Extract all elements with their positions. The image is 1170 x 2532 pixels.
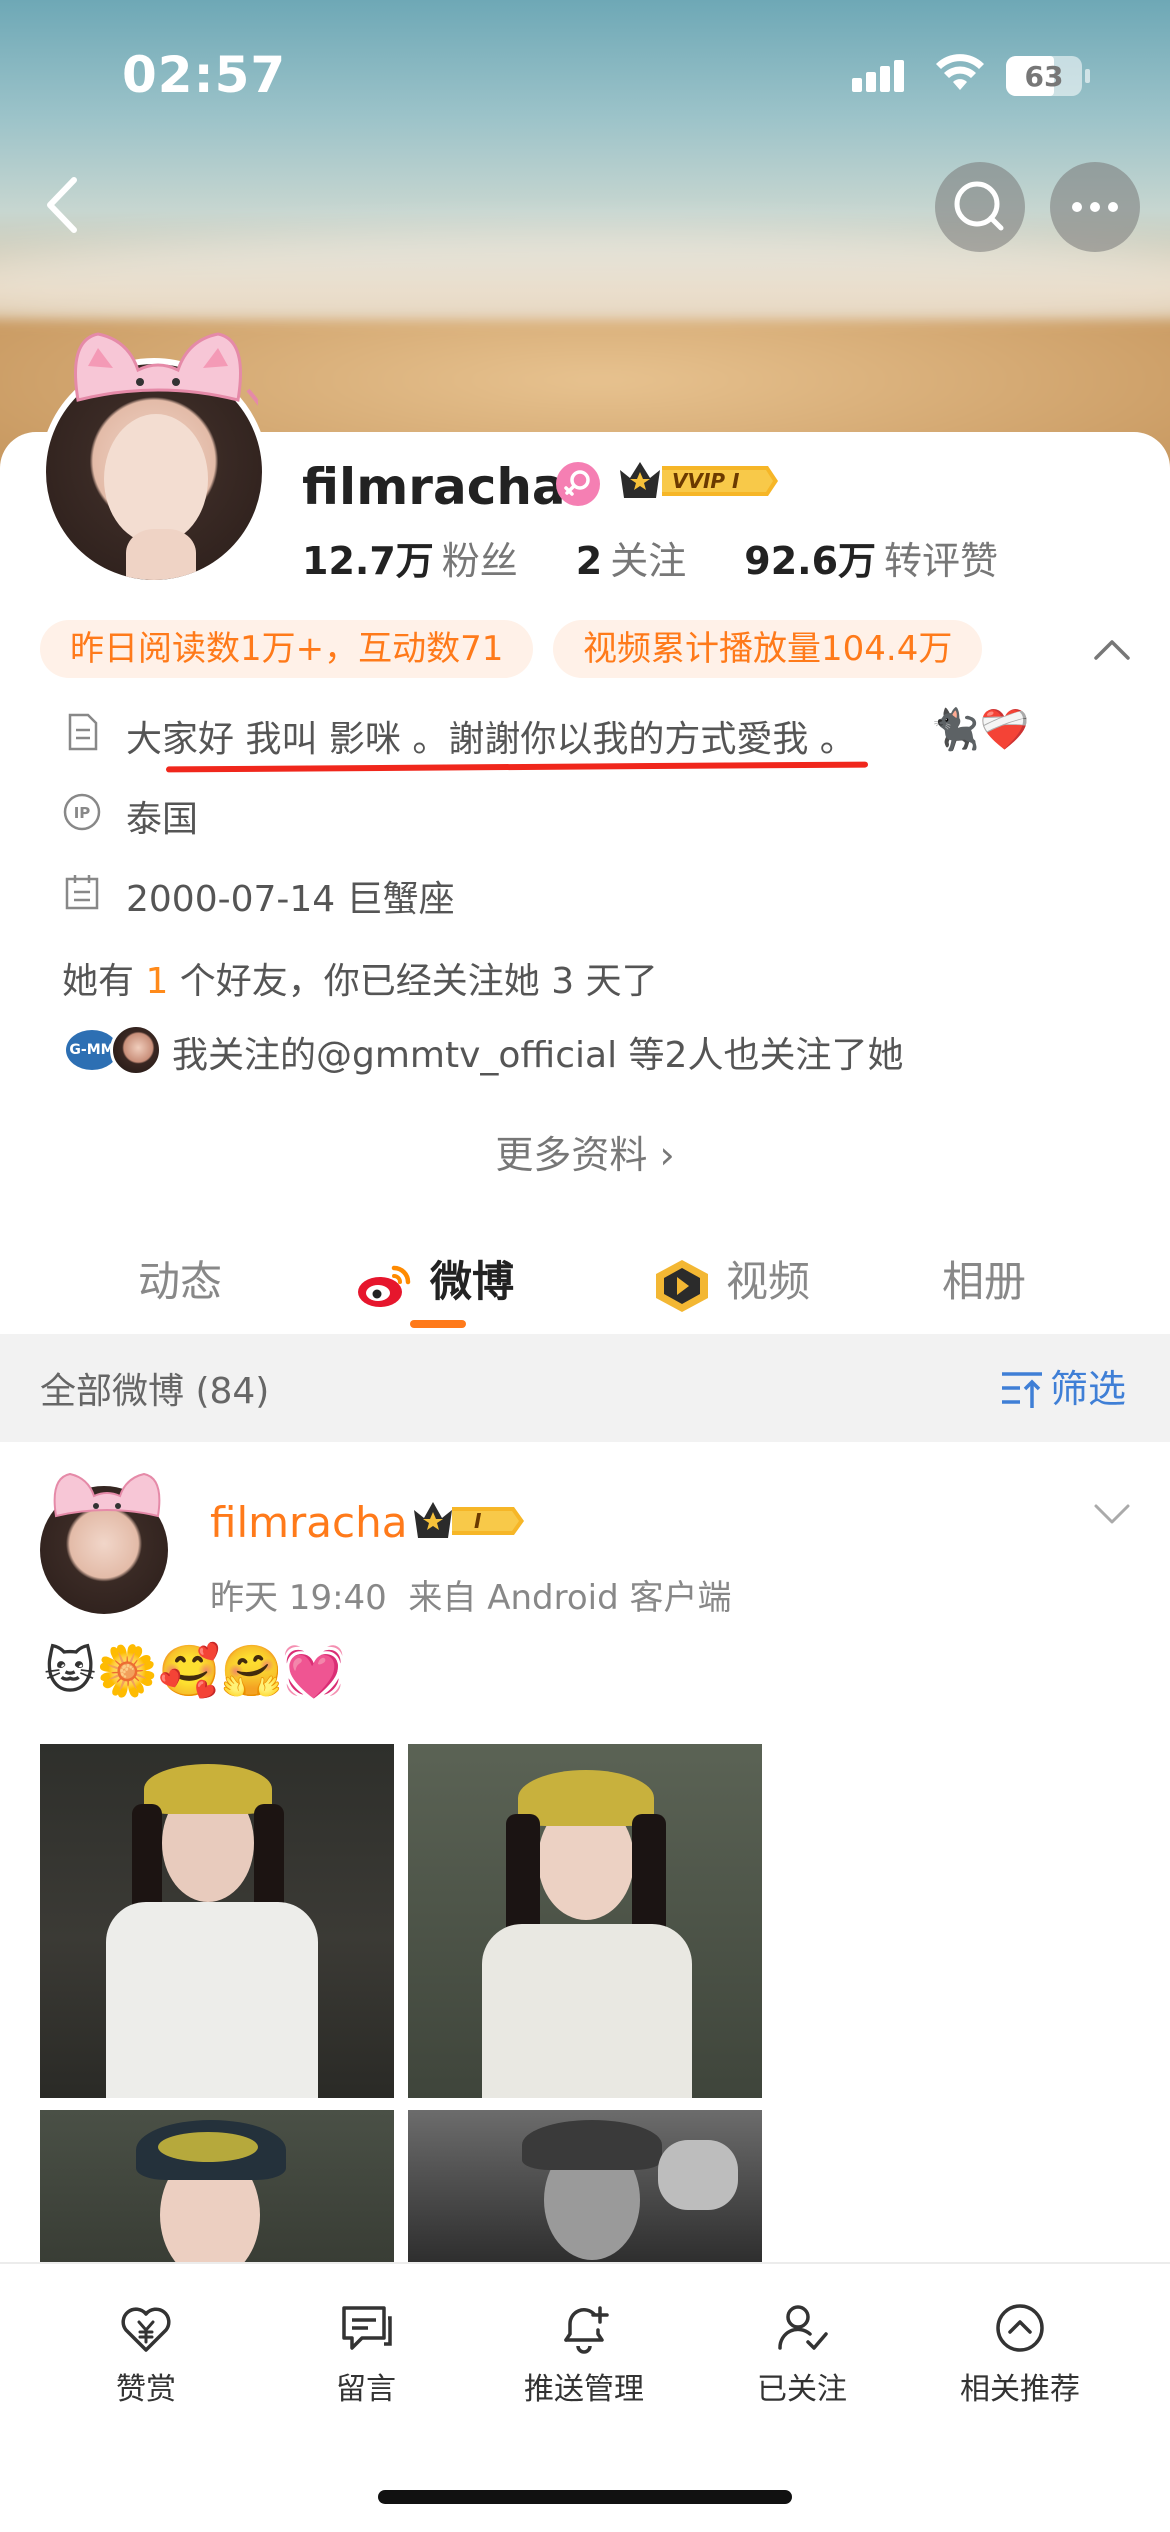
vip-badge-label: I <box>474 1509 482 1533</box>
battery-icon: 63 <box>1006 56 1090 96</box>
filter-button[interactable]: 筛选 <box>1050 1358 1126 1413</box>
post-text: 🐱🌼🥰🤗💓 <box>44 1642 346 1700</box>
back-icon[interactable] <box>30 170 100 240</box>
more-button[interactable] <box>1050 162 1140 252</box>
stat-reposts-comments-likes[interactable]: 92.6万 转评赞 <box>744 539 1056 583</box>
friends-count: 1 <box>145 961 169 1002</box>
tab-dynamic[interactable]: 动态 <box>138 1232 222 1332</box>
ip-icon-label: IP <box>74 804 91 822</box>
video-badge-icon <box>656 1260 708 1312</box>
feed-header: 全部微博 (84) 筛选 <box>0 1334 1170 1442</box>
vvip-badge[interactable]: VVIP I <box>616 456 780 510</box>
post-photo[interactable] <box>408 1744 762 2098</box>
all-posts-label[interactable]: 全部微博 (84) <box>40 1362 269 1414</box>
status-time: 02:57 <box>122 46 287 104</box>
cat-ears-decoration <box>53 1472 161 1518</box>
bell-plus-icon <box>564 2306 609 2354</box>
search-button[interactable] <box>935 162 1025 252</box>
message-label: 留言 <box>336 2372 396 2407</box>
post-time: 昨天 19:40 <box>210 1578 387 1618</box>
related-recommend-button[interactable]: 相关推荐 <box>920 2300 1120 2408</box>
post-author-name[interactable]: filmracha <box>210 1498 408 1547</box>
more-dots-icon <box>1072 202 1118 212</box>
push-settings-label: 推送管理 <box>524 2372 644 2407</box>
ip-location-icon: IP <box>63 793 101 831</box>
more-info-link[interactable]: 更多资料 › <box>0 1124 1170 1179</box>
profile-username: filmracha <box>302 458 566 516</box>
tab-weibo[interactable]: 微博 <box>430 1232 514 1332</box>
tab-video[interactable]: 视频 <box>726 1232 810 1332</box>
post-meta: 昨天 19:40 来自 Android 客户端 <box>210 1570 732 1619</box>
post-author-avatar[interactable] <box>40 1464 170 1614</box>
message-button[interactable]: 留言 <box>266 2300 466 2408</box>
profile-bio: 大家好 我叫 影咪 。謝謝你以我的方式愛我 。 <box>126 719 856 760</box>
related-recommend-label: 相关推荐 <box>960 2372 1080 2407</box>
push-settings-button[interactable]: 推送管理 <box>484 2300 684 2408</box>
stat-following[interactable]: 2 关注 <box>576 539 744 583</box>
following-button[interactable]: 已关注 <box>702 2300 902 2408</box>
stat-followers[interactable]: 12.7万 粉丝 <box>302 539 576 583</box>
profile-stats: 12.7万 粉丝 2 关注 92.6万 转评赞 <box>302 530 1056 585</box>
bio-emoji: 🐈‍⬛❤️‍🩹 <box>930 707 1030 753</box>
document-icon <box>68 713 98 751</box>
chevron-down-icon[interactable] <box>1092 1498 1132 1528</box>
mutual-followers-text: 我关注的@gmmtv_official 等2人也关注了她 <box>172 1035 904 1076</box>
vvip-badge-label: VVIP I <box>672 469 740 493</box>
post-photo[interactable] <box>40 1744 394 2098</box>
post-photo[interactable] <box>408 2110 762 2270</box>
search-icon <box>954 181 1004 231</box>
cat-ears-decoration <box>74 332 258 410</box>
profile-avatar[interactable] <box>36 320 276 586</box>
video-plays-pill[interactable]: 视频累计播放量104.4万 <box>553 620 983 678</box>
tab-album[interactable]: 相册 <box>942 1232 1026 1332</box>
weibo-logo-icon <box>358 1265 411 1307</box>
profile-ip: 泰国 <box>126 799 199 840</box>
circle-up-icon <box>996 2304 1044 2352</box>
home-indicator <box>378 2490 792 2504</box>
reading-stats-pill[interactable]: 昨日阅读数1万+，互动数71 <box>40 620 534 678</box>
chevron-up-icon[interactable] <box>1092 634 1132 664</box>
profile-tabs: 动态 微博 视频 相册 <box>0 1232 1170 1332</box>
status-bar: 02:57 63 <box>0 0 1170 150</box>
tip-label: 赞赏 <box>116 2372 176 2407</box>
post-photo[interactable] <box>40 2110 394 2270</box>
heart-yen-icon <box>121 2307 171 2352</box>
post-source: 来自 Android 客户端 <box>408 1578 732 1618</box>
calendar-icon <box>65 875 99 910</box>
wifi-icon <box>936 54 984 90</box>
filter-icon[interactable] <box>1000 1368 1044 1412</box>
friends-line[interactable]: 她有 1 个好友，你已经关注她 3 天了 <box>62 952 658 1004</box>
tip-button[interactable]: 赞赏 <box>46 2300 246 2408</box>
user-check-icon <box>778 2305 828 2350</box>
female-icon <box>556 462 600 506</box>
chat-bubble-icon <box>342 2306 392 2350</box>
vip-badge[interactable]: I <box>412 1498 526 1548</box>
cell-signal-icon <box>852 60 908 92</box>
active-tab-indicator <box>410 1320 466 1328</box>
mutual-avatar <box>110 1024 162 1076</box>
following-label: 已关注 <box>757 2372 847 2407</box>
battery-level: 63 <box>1024 60 1064 93</box>
profile-birthday: 2000-07-14 巨蟹座 <box>126 879 455 920</box>
weibo-post: filmracha I 昨天 19:40 来自 Android 客户端 🐱🌼🥰🤗… <box>0 1442 1170 2270</box>
